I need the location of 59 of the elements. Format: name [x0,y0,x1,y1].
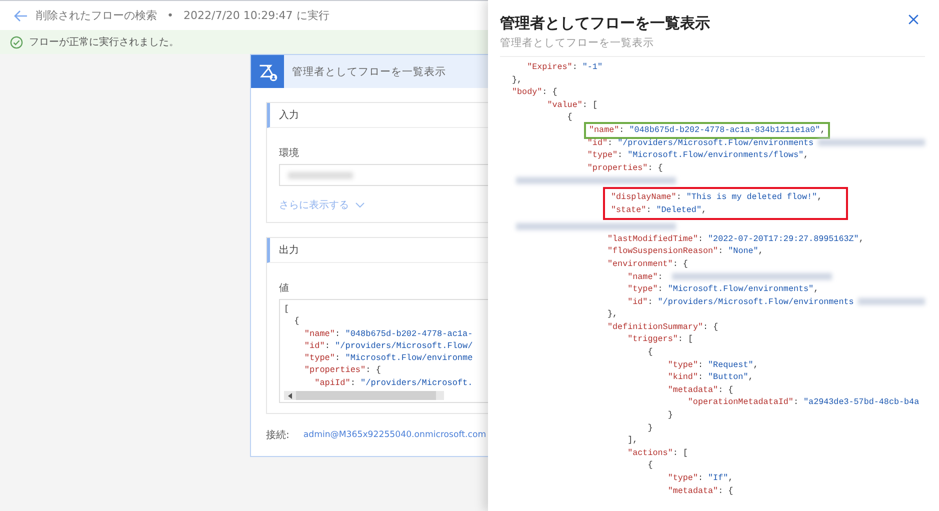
code-line: "apiId": "/providers/Microsoft. [314,376,473,390]
code-line: "type": "Microsoft.Flow/environme [303,352,473,364]
code-line: "name": "048b675d-b202-4778-ac1a-834b1211e1a0", [589,124,826,137]
connection-account-link[interactable]: admin@M365x92255040.onmicrosoft.com [303,430,486,440]
code-line: ], [628,434,638,447]
code-line: "metadata": { [668,384,734,396]
code-line: "type": "If", [668,472,734,485]
code-line: { [567,111,572,124]
panel-subtitle: 管理者としてフローを一覧表示 [500,36,655,50]
code-line: "id": "/providers/Microsoft.Flow/environments [587,136,814,150]
code-line: "Expires": "-1" [527,61,602,74]
code-line: "type": "Microsoft.Flow/environments", [628,283,819,296]
code-line: } [668,409,673,422]
code-line: "id": "/providers/Microsoft.Flow/ [303,340,473,352]
code-line: { [648,459,653,472]
section-heading: 出力 [279,244,299,257]
section-heading: 入力 [279,108,299,122]
close-icon[interactable] [908,14,919,25]
code-line: "type": "Request", [668,358,758,372]
connection-label: 接続: [266,428,290,442]
code-line: "name": "048b675d-b202-4778-ac1a- [303,328,473,340]
code-line: } [648,422,653,434]
code-line: "actions": [ [628,446,688,460]
code-line: "environment": { [608,258,688,270]
code-line: "name": [628,270,664,284]
code-line: "displayName": "This is my deleted flow!", [611,190,822,204]
code-line: }, [512,74,522,86]
code-line: "operationMetadataId": "a2943de3-57bd-48cb-b4a [688,396,920,410]
check-circle-icon [10,36,23,48]
code-line: }, [608,308,618,321]
chevron-down-icon[interactable] [355,202,365,208]
code-line: "value": [ [547,98,598,112]
code-line: "properties": { [587,162,663,174]
code-line: "lastModifiedTime": "2022-07-20T17:29:27.8995163Z", [608,232,864,246]
environment-field[interactable] [279,164,488,186]
code-line: { [293,315,300,328]
card-title: 管理者としてフローを一覧表示 [292,64,446,78]
panel-title: 管理者としてフローを一覧表示 [500,14,710,33]
code-line: "kind": "Button", [668,371,754,384]
code-line: "state": "Deleted", [611,204,708,216]
run-time: 2022/7/20 10:29:47 に実行 [184,8,330,23]
code-line: "triggers": [ [628,333,693,346]
code-line: { [648,346,653,359]
back-arrow-icon[interactable] [14,10,28,22]
code-line: [ [284,303,290,316]
code-line: "properties": { [303,364,381,377]
flow-title: 削除されたフローの検索 [36,8,157,23]
success-message: フローが正常に実行されました。 [29,36,179,49]
code-line: "body": { [512,86,558,99]
field-label: 値 [279,282,290,295]
horizontal-scrollbar[interactable] [284,391,444,400]
code-line: "id": "/providers/Microsoft.Flow/environments [628,296,854,308]
code-line: "type": "Microsoft.Flow/environments/flows", [587,149,809,162]
show-more-link[interactable]: さらに表示する [279,198,349,212]
code-line: "definitionSummary": { [608,320,718,334]
code-line: "metadata": { [668,484,734,498]
separator-dot: • [167,9,174,22]
code-line: "flowSuspensionReason": "None", [608,245,764,258]
field-label: 環境 [279,146,300,160]
